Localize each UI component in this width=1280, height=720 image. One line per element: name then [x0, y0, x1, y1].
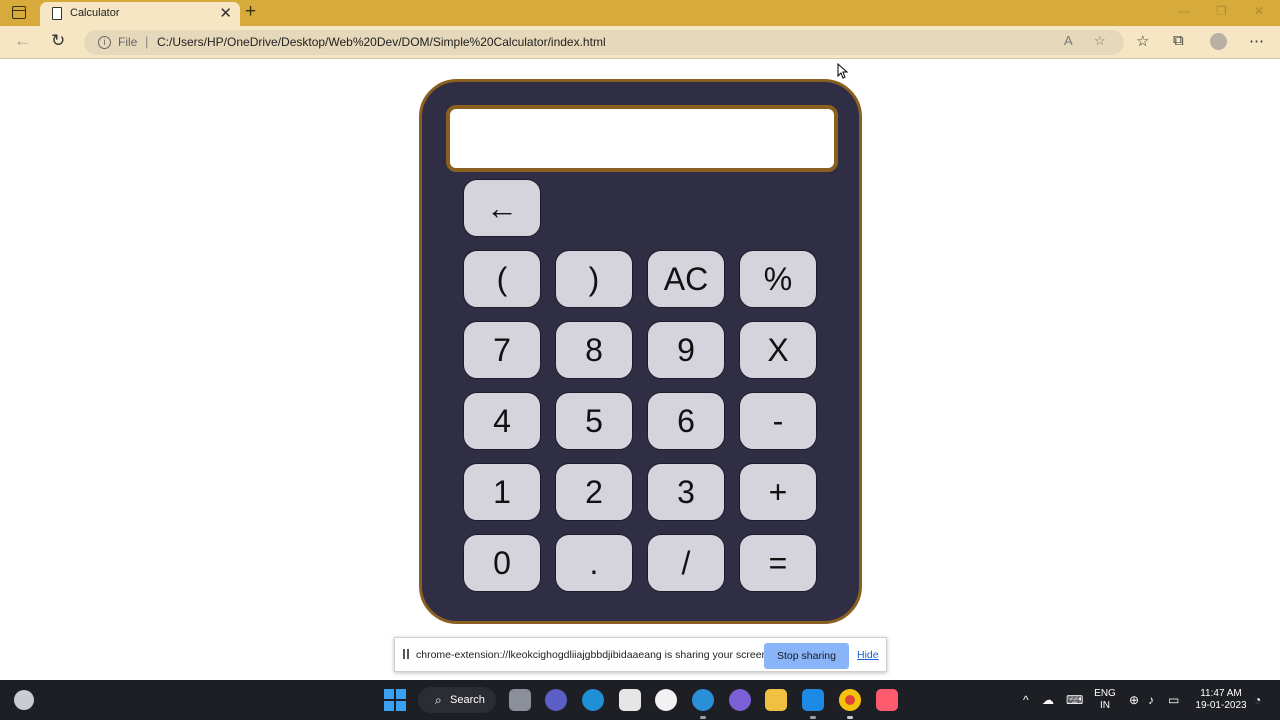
browser-toolbar: ← ↻ i File | C:/Users/HP/OneDrive/Deskto…	[0, 26, 1280, 59]
design-app-icon[interactable]	[876, 689, 898, 711]
clock-time: 11:47 AM	[1200, 688, 1242, 699]
tab-actions-icon[interactable]	[12, 6, 26, 19]
battery-icon[interactable]: ▭	[1168, 693, 1179, 707]
key-2[interactable]: 2	[555, 463, 633, 521]
minimize-icon[interactable]: —	[1178, 4, 1190, 18]
restore-icon[interactable]: ❐	[1216, 4, 1227, 18]
read-aloud-icon[interactable]: A	[1064, 33, 1073, 48]
weather-app-icon[interactable]	[582, 689, 604, 711]
key-close-paren[interactable]: )	[555, 250, 633, 308]
network-icon[interactable]: ⊕	[1129, 693, 1139, 707]
start-icon[interactable]	[384, 689, 406, 711]
address-scheme-label: File	[118, 35, 138, 49]
key-8[interactable]: 8	[555, 321, 633, 379]
browser-title-bar: Calculator ✕ + — ❐ ✕	[0, 0, 1280, 26]
taskbar-search-label: Search	[450, 694, 485, 706]
keyboard-icon[interactable]: ⌨	[1066, 693, 1083, 707]
key-1[interactable]: 1	[463, 463, 541, 521]
key-equals[interactable]: =	[739, 534, 817, 592]
taskbar-search-button[interactable]: ⌕ Search	[418, 687, 496, 713]
calendar-icon[interactable]	[619, 689, 641, 711]
back-arrow-icon[interactable]: ←	[14, 31, 31, 51]
key-open-paren[interactable]: (	[463, 250, 541, 308]
tab-title: Calculator	[70, 7, 120, 19]
key-6[interactable]: 6	[647, 392, 725, 450]
vscode-icon[interactable]	[802, 689, 824, 719]
add-favorite-icon[interactable]: ☆	[1094, 33, 1106, 49]
url-text[interactable]: C:/Users/HP/OneDrive/Desktop/Web%20Dev/D…	[157, 35, 606, 49]
region-code: IN	[1100, 700, 1110, 711]
info-icon[interactable]: i	[98, 36, 111, 49]
profile-avatar[interactable]	[1210, 33, 1227, 50]
key-all-clear[interactable]: AC	[647, 250, 725, 308]
running-indicator	[847, 716, 853, 719]
new-tab-button[interactable]: +	[245, 1, 256, 23]
collections-icon[interactable]: ⧉	[1173, 32, 1184, 49]
screen-sharing-bar: chrome-extension://lkeokcighogdliiajgbbd…	[394, 637, 887, 672]
mouse-cursor-icon	[837, 63, 849, 79]
tab-calculator[interactable]: Calculator ✕	[40, 2, 240, 26]
notification-icon[interactable]: ◔	[1254, 693, 1261, 707]
running-indicator	[810, 716, 816, 719]
key-decimal[interactable]: .	[555, 534, 633, 592]
language-code: ENG	[1094, 688, 1116, 699]
reload-icon[interactable]: ↻	[51, 31, 65, 51]
hide-link[interactable]: Hide	[857, 649, 879, 661]
task-view-icon[interactable]	[509, 689, 531, 711]
running-indicator	[700, 716, 706, 719]
chevron-up-icon[interactable]: ^	[1023, 693, 1029, 707]
teams-chat-icon[interactable]	[545, 689, 567, 711]
sharing-message: chrome-extension://lkeokcighogdliiajgbbd…	[416, 649, 771, 661]
backspace-button[interactable]: ←	[463, 179, 541, 237]
key-divide[interactable]: /	[647, 534, 725, 592]
tab-close-icon[interactable]: ✕	[219, 4, 232, 22]
key-9[interactable]: 9	[647, 321, 725, 379]
more-menu-icon[interactable]: ⋯	[1249, 32, 1264, 50]
weather-widget-icon[interactable]	[14, 690, 34, 710]
key-0[interactable]: 0	[463, 534, 541, 592]
app-icon[interactable]	[729, 689, 751, 711]
key-percent[interactable]: %	[739, 250, 817, 308]
volume-icon[interactable]: ♪	[1148, 693, 1154, 707]
github-icon[interactable]	[655, 689, 677, 711]
onedrive-icon[interactable]: ☁	[1042, 693, 1054, 707]
chrome-icon[interactable]	[839, 689, 861, 719]
language-indicator[interactable]: ENG IN	[1092, 688, 1118, 712]
clock-date: 19-01-2023	[1195, 700, 1247, 711]
taskbar: ⌕ Search ^ ☁ ⌨ ENG IN ⊕ ♪ ▭ 11:47 AM 19-…	[0, 680, 1280, 720]
pause-icon	[403, 649, 409, 659]
page-icon	[52, 7, 62, 20]
stop-sharing-button[interactable]: Stop sharing	[764, 643, 849, 669]
key-minus[interactable]: -	[739, 392, 817, 450]
key-5[interactable]: 5	[555, 392, 633, 450]
clock[interactable]: 11:47 AM 19-01-2023	[1192, 688, 1250, 712]
file-explorer-icon[interactable]	[765, 689, 787, 711]
key-3[interactable]: 3	[647, 463, 725, 521]
key-7[interactable]: 7	[463, 321, 541, 379]
favorites-icon[interactable]: ☆	[1136, 32, 1149, 50]
address-separator: |	[145, 34, 149, 49]
calculator-display[interactable]	[446, 105, 838, 172]
search-icon: ⌕	[435, 693, 442, 707]
calculator: ← ( ) AC % 7 8 9 X 4 5 6 - 1 2 3 + 0 . /…	[419, 79, 862, 624]
address-bar[interactable]: i File | C:/Users/HP/OneDrive/Desktop/We…	[84, 30, 1124, 55]
key-4[interactable]: 4	[463, 392, 541, 450]
key-plus[interactable]: +	[739, 463, 817, 521]
edge-icon[interactable]	[692, 689, 714, 719]
key-multiply[interactable]: X	[739, 321, 817, 379]
window-close-icon[interactable]: ✕	[1254, 4, 1264, 18]
